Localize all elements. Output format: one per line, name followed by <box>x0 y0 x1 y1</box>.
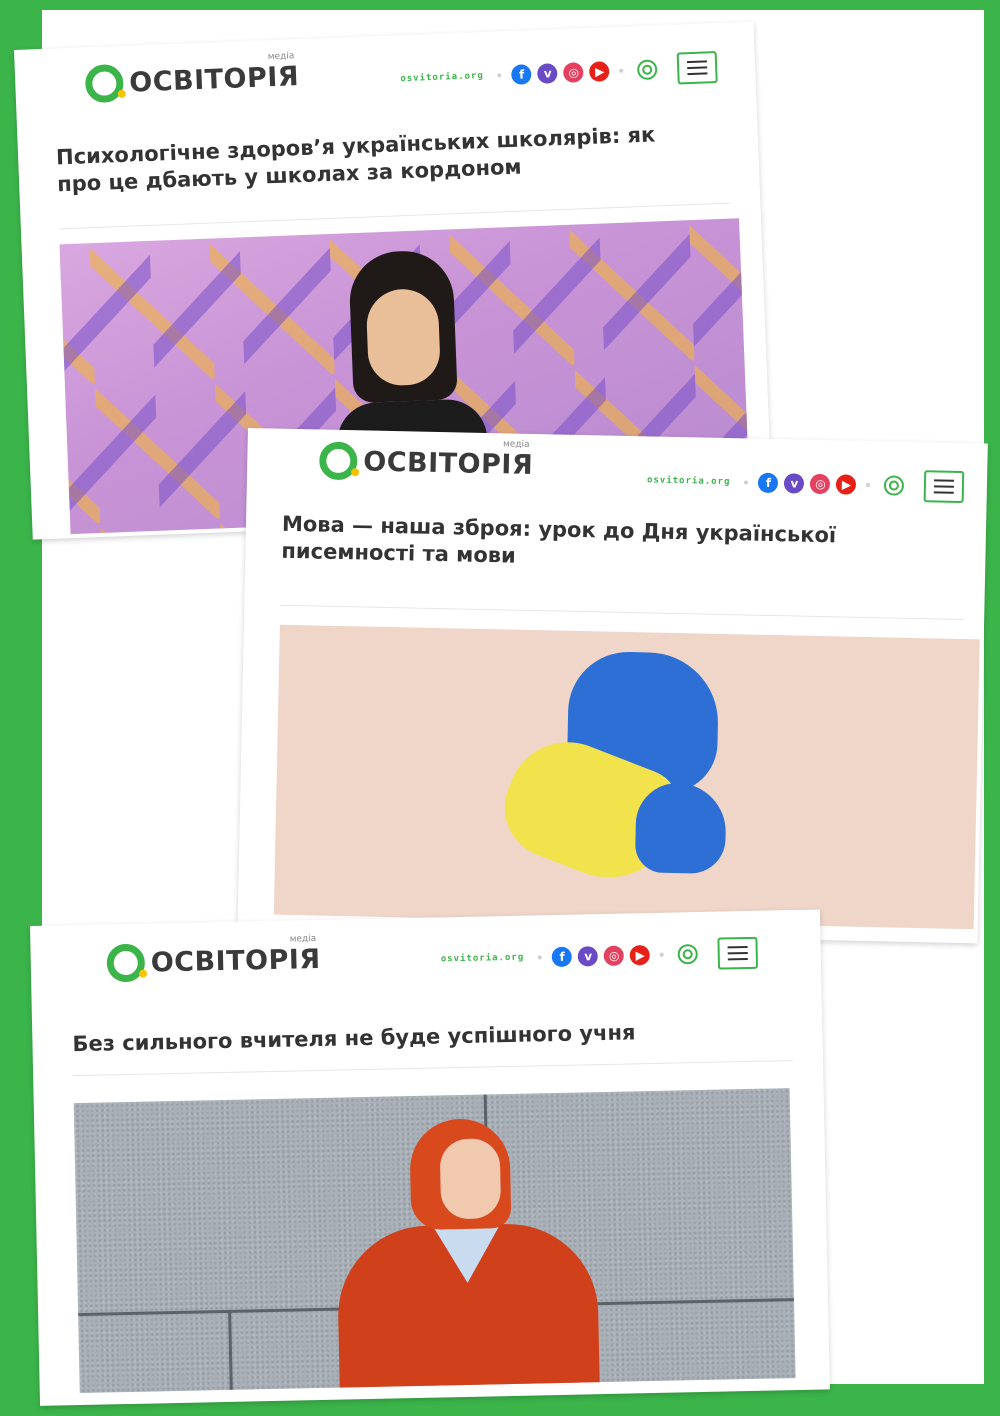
youtube-icon[interactable]: ▶ <box>629 945 651 966</box>
logo-text: ОСВІТОРІЯ <box>128 60 300 99</box>
viber-icon[interactable]: v <box>537 63 559 84</box>
logo-text: ОСВІТОРІЯ <box>363 445 534 481</box>
separator-dot <box>619 68 624 73</box>
logo-text: ОСВІТОРІЯ <box>150 943 321 978</box>
header-actions: osvitoria.org f v ◎ ▶ <box>440 936 759 976</box>
article-headline[interactable]: Психологічне здоров’я українських школяр… <box>56 120 708 200</box>
logo-o-icon <box>318 441 360 481</box>
youtube-icon[interactable]: ▶ <box>589 61 611 82</box>
header-actions: osvitoria.org f v ◎ ▶ <box>647 464 965 504</box>
logo-dot-icon <box>117 89 126 99</box>
article-image[interactable] <box>273 624 980 930</box>
article-image[interactable] <box>73 1088 796 1394</box>
site-url[interactable]: osvitoria.org <box>400 71 484 84</box>
logo-o-icon <box>106 943 148 983</box>
facebook-icon[interactable]: f <box>511 64 533 85</box>
facebook-icon[interactable]: f <box>552 946 573 968</box>
search-icon[interactable] <box>677 944 699 965</box>
facebook-icon[interactable]: f <box>758 472 779 494</box>
wall-seam <box>228 1309 233 1390</box>
teacher-face <box>439 1138 502 1220</box>
header-actions: osvitoria.org f v ◎ ▶ <box>400 51 719 95</box>
instagram-icon[interactable]: ◎ <box>603 945 625 966</box>
youtube-icon[interactable]: ▶ <box>836 474 857 495</box>
article-card-2[interactable]: ОСВІТОРІЯ медіа osvitoria.org f v ◎ ▶ Мо… <box>237 428 988 944</box>
article-headline[interactable]: Мова — наша зброя: урок до Дня українськ… <box>281 511 922 579</box>
separator-dot <box>497 73 502 78</box>
logo-tag: медіа <box>289 934 317 945</box>
site-url[interactable]: osvitoria.org <box>441 953 525 965</box>
search-icon[interactable] <box>637 59 659 81</box>
article-headline[interactable]: Без сильного вчителя не буде успішного у… <box>72 1016 772 1058</box>
sculpture-blue <box>634 782 727 875</box>
menu-button[interactable] <box>677 51 719 85</box>
separator-dot <box>538 955 543 960</box>
separator-dot <box>744 480 749 485</box>
instagram-icon[interactable]: ◎ <box>563 62 585 83</box>
site-logo[interactable]: ОСВІТОРІЯ медіа <box>106 934 321 983</box>
divider <box>73 1060 793 1077</box>
logo-tag: медіа <box>502 439 530 450</box>
logo-dot-icon <box>351 468 360 477</box>
logo-o-icon <box>84 63 126 104</box>
article-card-3[interactable]: ОСВІТОРІЯ медіа osvitoria.org f v ◎ ▶ Бе… <box>30 909 830 1406</box>
site-logo[interactable]: ОСВІТОРІЯ медіа <box>318 439 534 484</box>
instagram-icon[interactable]: ◎ <box>810 473 831 495</box>
logo-dot-icon <box>138 969 148 978</box>
menu-button[interactable] <box>717 936 759 970</box>
divider <box>280 604 965 621</box>
separator-dot <box>660 952 665 957</box>
site-url[interactable]: osvitoria.org <box>647 475 731 487</box>
site-header: ОСВІТОРІЯ медіа osvitoria.org f v ◎ ▶ <box>247 428 988 513</box>
viber-icon[interactable]: v <box>578 946 599 967</box>
viber-icon[interactable]: v <box>784 473 805 494</box>
separator-dot <box>866 482 871 488</box>
search-icon[interactable] <box>884 475 905 496</box>
child-photo <box>335 249 489 464</box>
logo-tag: медіа <box>267 51 295 63</box>
site-logo[interactable]: ОСВІТОРІЯ медіа <box>84 51 300 104</box>
menu-button[interactable] <box>924 470 965 504</box>
